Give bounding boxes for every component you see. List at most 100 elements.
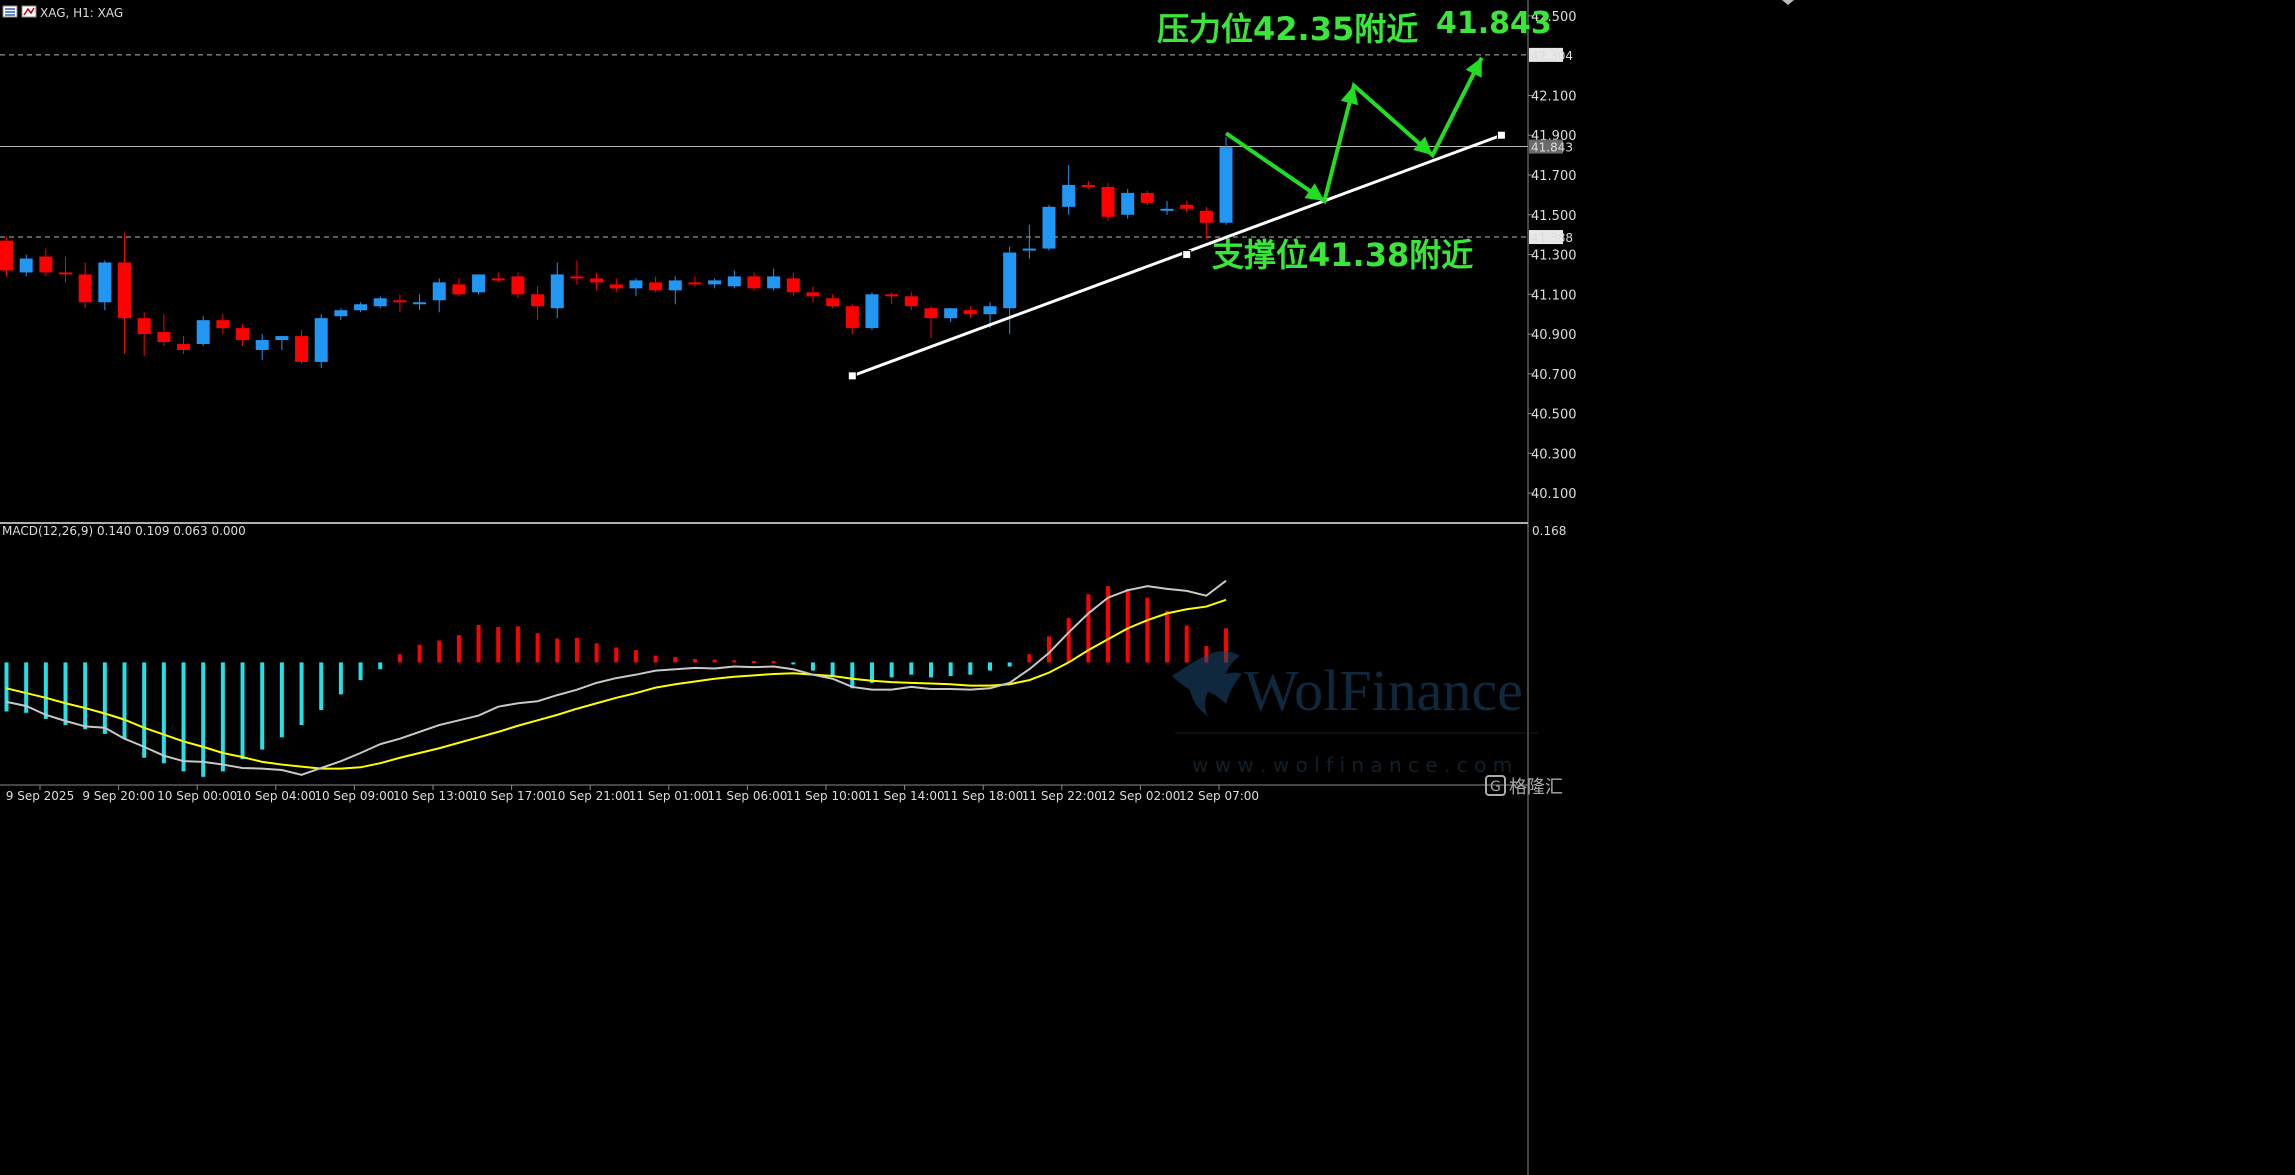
- candle-body: [531, 294, 545, 307]
- candle-body: [196, 320, 210, 345]
- trendline-handle[interactable]: [847, 371, 857, 381]
- macd-histogram-bar: [142, 662, 147, 758]
- candle-body: [1042, 206, 1056, 249]
- candle-body: [472, 274, 486, 293]
- macd-histogram-bar: [338, 662, 343, 695]
- price-tick-label: 40.100: [1531, 487, 1577, 502]
- macd-histogram-bar: [850, 662, 855, 689]
- macd-histogram-bar: [437, 640, 442, 663]
- macd-histogram-bar: [1027, 654, 1032, 663]
- macd-histogram-bar: [1125, 588, 1130, 663]
- macd-histogram-bar: [909, 662, 914, 675]
- candle-body: [275, 336, 289, 341]
- macd-histogram-bar: [633, 650, 638, 663]
- price-tick-label: 40.700: [1531, 368, 1577, 383]
- trendline-handle[interactable]: [1182, 250, 1192, 260]
- candle-body: [295, 336, 309, 362]
- time-tick-label: 11 Sep 06:00: [707, 789, 787, 803]
- time-tick-label: 11 Sep 10:00: [786, 789, 866, 803]
- macd-histogram-bar: [63, 662, 68, 726]
- time-tick-label: 11 Sep 01:00: [629, 789, 709, 803]
- macd-histogram-bar: [614, 647, 619, 663]
- resistance-annotation: 压力位42.35附近: [1157, 10, 1418, 48]
- candle-body: [334, 310, 348, 317]
- candle-body: [413, 302, 427, 305]
- chart-canvas: XAG, H1: XAG 42.50042.10041.90041.70041.…: [0, 0, 1794, 1175]
- candle-body: [452, 284, 466, 295]
- candle-body: [963, 310, 977, 315]
- macd-histogram-bar: [968, 662, 973, 675]
- watermark-url: w w w . w o l f i n a n c e . c o m: [1192, 753, 1512, 777]
- macd-histogram-bar: [673, 656, 678, 663]
- macd-histogram-bar: [397, 654, 402, 663]
- candle-body: [78, 274, 92, 303]
- macd-histogram-bar: [948, 662, 953, 677]
- candle-body: [1121, 192, 1135, 215]
- time-tick-label: 10 Sep 13:00: [393, 789, 473, 803]
- candle-body: [354, 304, 368, 311]
- macd-histogram-bar: [378, 662, 383, 670]
- time-tick-label: 11 Sep 22:00: [1022, 789, 1102, 803]
- candle-body: [236, 328, 250, 341]
- macd-histogram-bar: [476, 624, 481, 663]
- time-tick-label: 9 Sep 2025: [6, 789, 74, 803]
- macd-histogram-bar: [988, 662, 992, 671]
- candle-body: [491, 278, 505, 281]
- macd-histogram-bar: [889, 662, 894, 678]
- time-tick-label: 10 Sep 00:00: [157, 789, 237, 803]
- macd-signal-line: [6, 598, 1227, 770]
- watermark-brand: WolFinance: [1244, 658, 1523, 723]
- wolfinance-watermark: WolFinance w w w . w o l f i n a n c e .…: [1172, 651, 1538, 777]
- candle-body: [157, 332, 171, 343]
- chart-shift-marker-icon[interactable]: [1782, 0, 1794, 5]
- candle-body: [39, 256, 53, 273]
- candle-body: [786, 278, 800, 293]
- time-axis: 9 Sep 2025 9 Sep 20:00 10 Sep 00:0010 Sep …: [6, 785, 1259, 803]
- macd-histogram-bar: [515, 626, 520, 663]
- candle-body: [1219, 147, 1233, 223]
- macd-histogram-bar: [791, 662, 796, 665]
- candle-body: [924, 308, 938, 319]
- candle-body: [747, 276, 761, 289]
- candle-body: [1062, 184, 1076, 207]
- candle-body: [373, 298, 387, 307]
- time-tick-label: 10 Sep 21:00: [550, 789, 630, 803]
- macd-histogram-bar: [1047, 636, 1052, 663]
- corner-logo-glyph: G: [1490, 779, 1501, 795]
- macd-histogram-bar: [1165, 610, 1170, 663]
- candle-body: [668, 280, 682, 291]
- candle-body: [0, 240, 13, 271]
- support-annotation: 支撑位41.38附近: [1212, 236, 1473, 274]
- candle-body: [1199, 210, 1213, 223]
- candle-body: [865, 294, 879, 329]
- forecast-path-line: [1224, 56, 1484, 205]
- macd-histogram-bar: [358, 662, 363, 681]
- forecast-arrow-path: [1224, 56, 1484, 205]
- forecast-arrowhead: [1304, 183, 1325, 201]
- candle-body: [255, 340, 269, 350]
- macd-histogram-bar: [1066, 618, 1071, 663]
- time-tick-label: 12 Sep 07:00: [1179, 789, 1259, 803]
- macd-histogram-bar: [732, 660, 737, 663]
- candle-body: [826, 298, 840, 307]
- target-annotation: 41.843: [1436, 6, 1552, 41]
- macd-histogram-bar: [201, 662, 206, 777]
- macd-histogram-bar: [653, 655, 658, 663]
- candle-body: [767, 276, 781, 289]
- macd-axis-max: 0.168: [1532, 524, 1566, 538]
- macd-histogram-bar: [1184, 625, 1189, 663]
- macd-histogram-bar: [594, 643, 599, 663]
- macd-histogram-bar: [456, 635, 461, 663]
- candle-body: [590, 278, 604, 283]
- price-tick-label: 41.500: [1531, 209, 1577, 224]
- trendline-handle[interactable]: [1496, 130, 1506, 140]
- candle-body: [629, 280, 643, 289]
- macd-histogram-bar: [555, 638, 560, 663]
- time-tick-label: 12 Sep 02:00: [1100, 789, 1180, 803]
- candle-body: [511, 276, 525, 295]
- corner-logo-text: 格隆汇: [1509, 777, 1563, 798]
- time-tick-label: 10 Sep 04:00: [236, 789, 316, 803]
- wolf-head-icon: [1172, 651, 1242, 716]
- candle-body: [983, 306, 997, 315]
- candle-body: [708, 280, 722, 285]
